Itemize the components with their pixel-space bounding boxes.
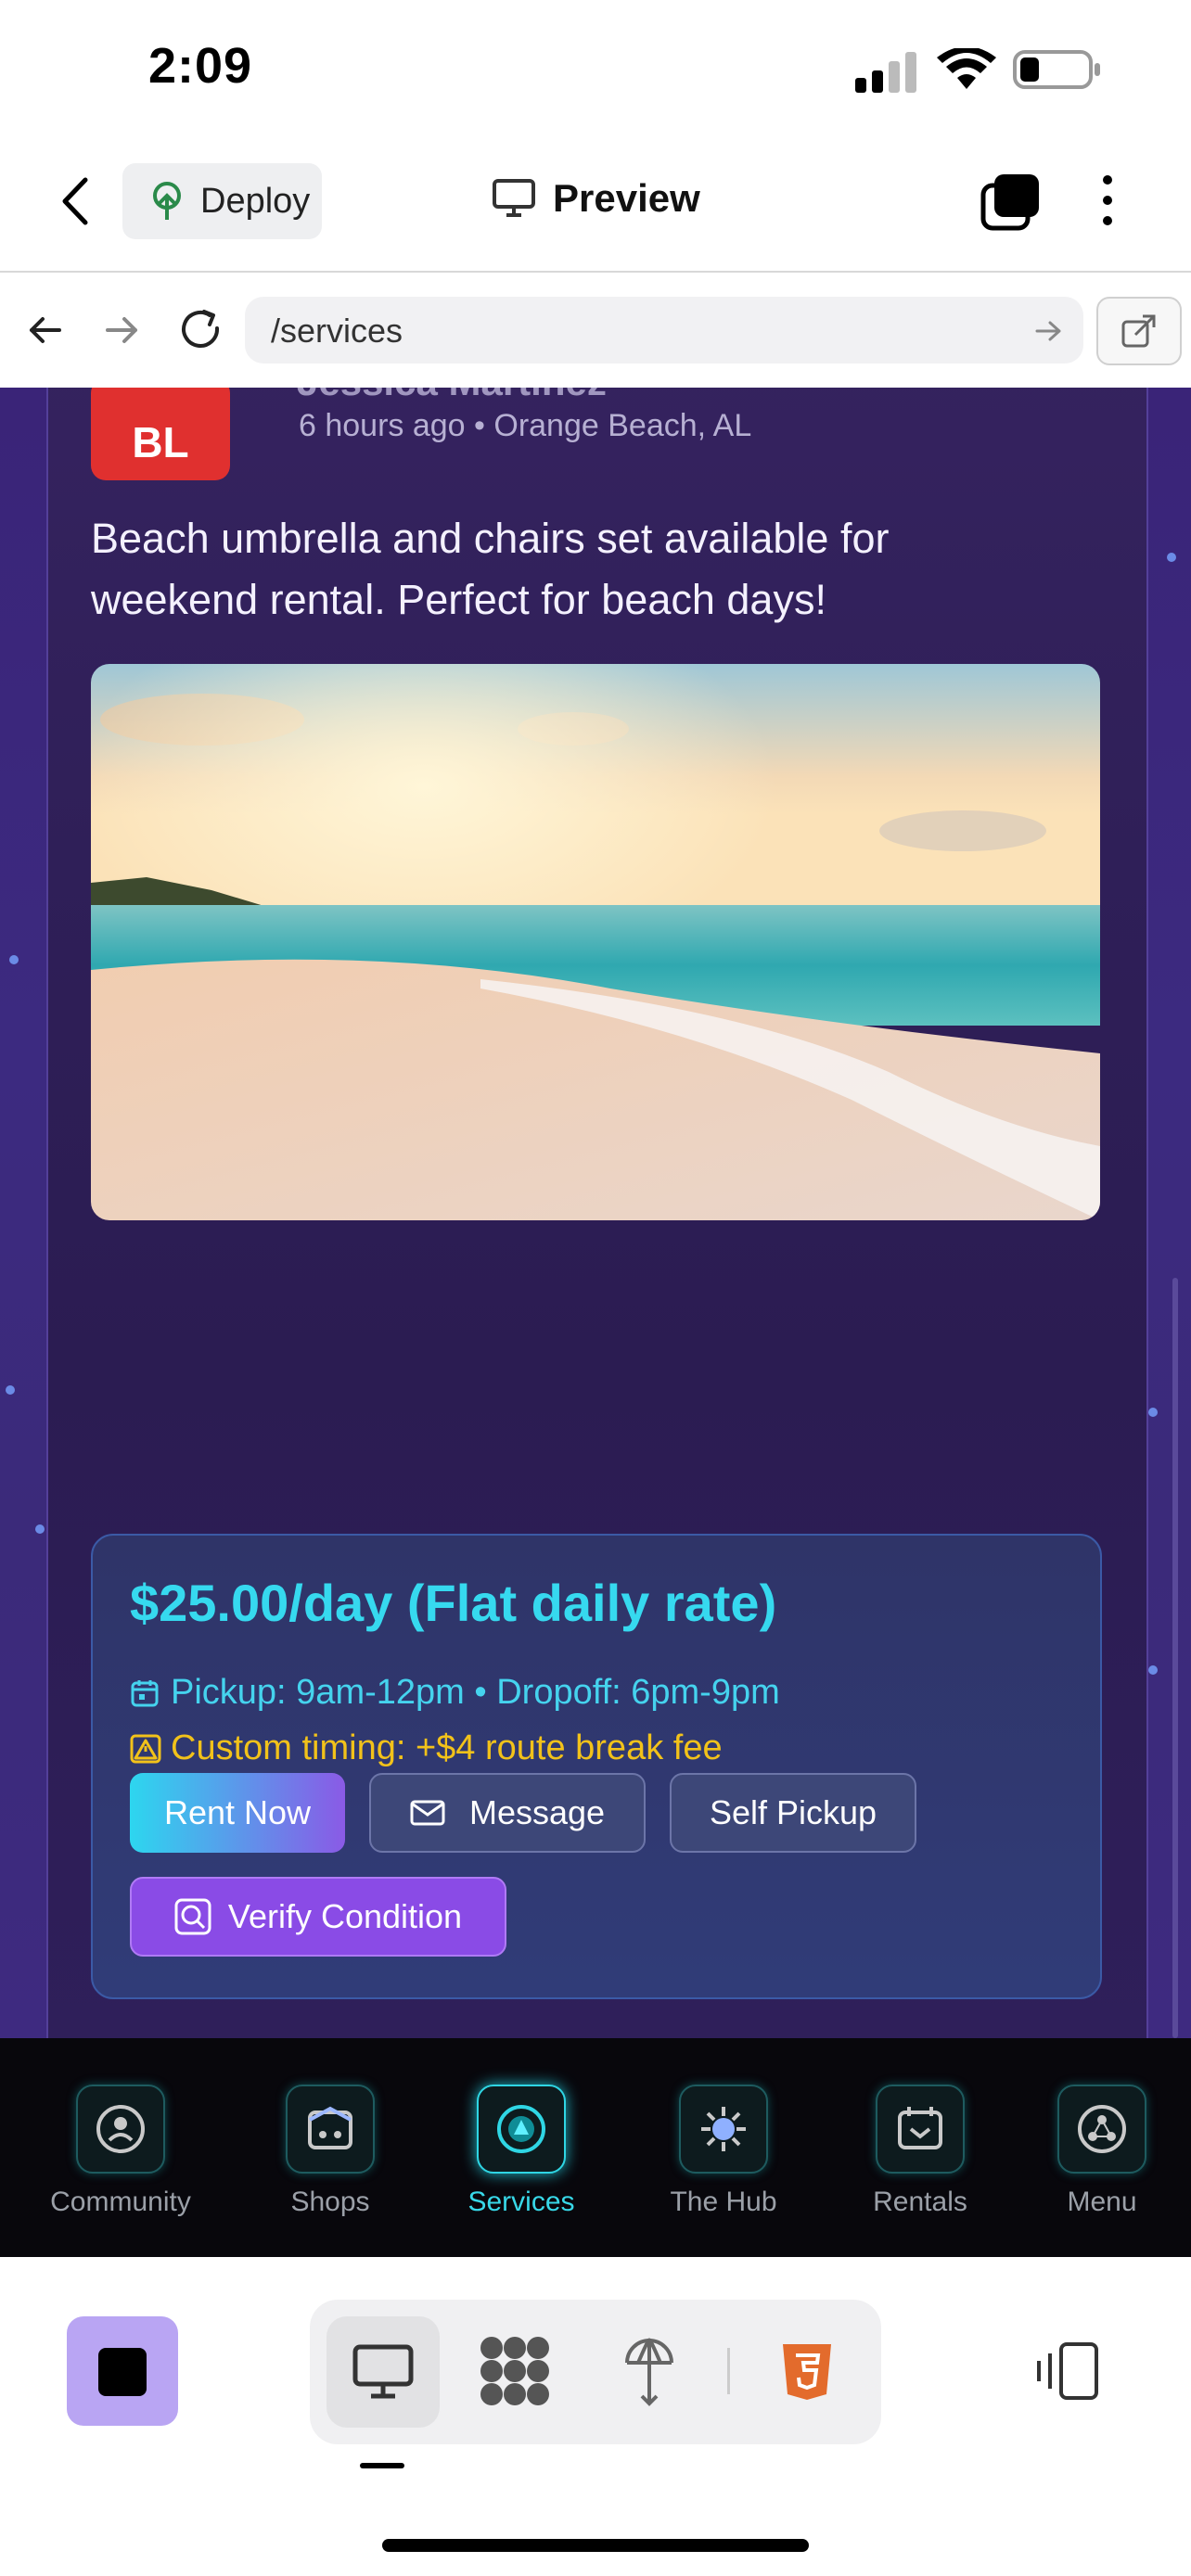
nav-community[interactable]: Community <box>37 2085 204 2218</box>
calendar-icon <box>131 1679 159 1706</box>
post-meta: 6 hours ago • Orange Beach, AL <box>299 408 752 443</box>
self-pickup-button[interactable]: Self Pickup <box>670 1773 916 1853</box>
price-label: $25.00/day (Flat daily rate) <box>130 1574 777 1632</box>
preview-title: Preview <box>492 176 700 221</box>
services-icon <box>497 2105 545 2153</box>
divider <box>727 2348 730 2394</box>
preview-tab[interactable] <box>327 2316 440 2428</box>
preview-label: Preview <box>553 176 700 220</box>
signal-icon <box>855 52 920 97</box>
monitor-icon <box>493 179 535 217</box>
nav-label: Community <box>50 2187 191 2217</box>
reload-icon <box>182 310 220 348</box>
verify-condition-label: Verify Condition <box>227 1897 463 1935</box>
nav-label: Rentals <box>873 2187 967 2217</box>
more-menu-button[interactable] <box>1096 174 1119 231</box>
status-time: 2:09 <box>148 38 253 94</box>
go-arrow-icon[interactable] <box>1035 317 1063 345</box>
custom-timing-text: Custom timing: +$4 route break fee <box>171 1728 723 1767</box>
decor-dot <box>6 1385 15 1395</box>
external-link-icon <box>1121 314 1156 348</box>
decor-dot <box>1148 1408 1158 1417</box>
tabs-icon <box>980 174 1039 231</box>
hub-icon <box>701 2107 746 2151</box>
deploy-label: Deploy <box>200 181 311 221</box>
envelope-icon <box>410 1800 445 1826</box>
stop-button[interactable] <box>67 2316 178 2426</box>
open-external-button[interactable] <box>1096 297 1182 365</box>
monitor-icon <box>352 2344 414 2399</box>
battery-icon <box>1013 48 1102 96</box>
rentals-icon <box>898 2107 942 2149</box>
url-input[interactable]: /services <box>245 297 1083 363</box>
nav-label: Services <box>467 2187 575 2217</box>
active-tab-indicator <box>360 2463 404 2468</box>
avatar[interactable]: BL <box>91 388 230 480</box>
deploy-icon <box>625 2338 673 2406</box>
post-photo[interactable] <box>91 664 1100 1220</box>
device-rotate-icon <box>1037 2342 1098 2400</box>
custom-timing-row: Custom timing: +$4 route break fee <box>130 1728 723 1768</box>
message-button[interactable]: Message <box>369 1773 646 1853</box>
nav-menu[interactable]: Menu <box>1018 2085 1185 2218</box>
decor-dot <box>1167 553 1176 562</box>
shop-icon <box>308 2106 352 2149</box>
decor-dot <box>1148 1665 1158 1675</box>
html5-icon <box>783 2344 831 2400</box>
deploy-icon <box>153 182 181 220</box>
arrow-right-icon <box>106 317 137 343</box>
message-label: Message <box>468 1793 606 1831</box>
url-text: /services <box>271 312 403 350</box>
schedule-text: Pickup: 9am-12pm • Dropoff: 6pm-9pm <box>171 1673 780 1712</box>
nav-label: Menu <box>1067 2187 1137 2217</box>
browser-forward-button[interactable] <box>104 312 141 353</box>
schedule-row: Pickup: 9am-12pm • Dropoff: 6pm-9pm <box>130 1673 780 1713</box>
deploy-button[interactable]: Deploy <box>122 163 322 239</box>
decor-dot <box>35 1524 45 1534</box>
html-tab[interactable] <box>781 2342 833 2406</box>
home-indicator[interactable] <box>382 2539 809 2552</box>
browser-back-button[interactable] <box>26 312 63 353</box>
nav-the-hub[interactable]: The Hub <box>640 2085 807 2218</box>
nav-rentals[interactable]: Rentals <box>837 2085 1004 2218</box>
warning-icon <box>130 1734 161 1763</box>
web-viewport: BL Jessica Martinez 6 hours ago • Orange… <box>0 388 1191 2038</box>
stop-icon <box>98 2348 147 2396</box>
grid-tab[interactable] <box>479 2335 551 2412</box>
post-text: Beach umbrella and chairs set available … <box>91 515 890 623</box>
back-button[interactable] <box>58 176 95 231</box>
rent-now-button[interactable]: Rent Now <box>130 1773 345 1853</box>
nav-label: The Hub <box>670 2187 777 2217</box>
self-pickup-label: Self Pickup <box>709 1793 877 1831</box>
rent-now-label: Rent Now <box>163 1793 312 1831</box>
verify-condition-button[interactable]: Verify Condition <box>130 1877 506 1957</box>
nav-services[interactable]: Services <box>438 2085 605 2218</box>
nav-shops[interactable]: Shops <box>247 2085 414 2218</box>
decor-dot <box>9 955 19 964</box>
more-vertical-icon <box>1103 175 1112 225</box>
apps-grid-icon <box>480 2337 549 2405</box>
nav-label: Shops <box>290 2187 370 2217</box>
device-toggle-button[interactable] <box>1035 2340 1102 2406</box>
reload-button[interactable] <box>180 308 223 355</box>
deploy-tab[interactable] <box>621 2333 677 2412</box>
inspect-icon <box>174 1898 211 1935</box>
user-name[interactable]: Jessica Martinez <box>297 388 607 404</box>
menu-icon <box>1078 2105 1126 2153</box>
scrollbar[interactable] <box>1172 1278 1178 2038</box>
tabs-button[interactable] <box>980 171 1043 236</box>
community-icon <box>96 2105 145 2153</box>
arrow-left-icon <box>30 317 61 343</box>
wifi-icon <box>937 46 996 96</box>
chevron-left-icon <box>62 177 88 225</box>
